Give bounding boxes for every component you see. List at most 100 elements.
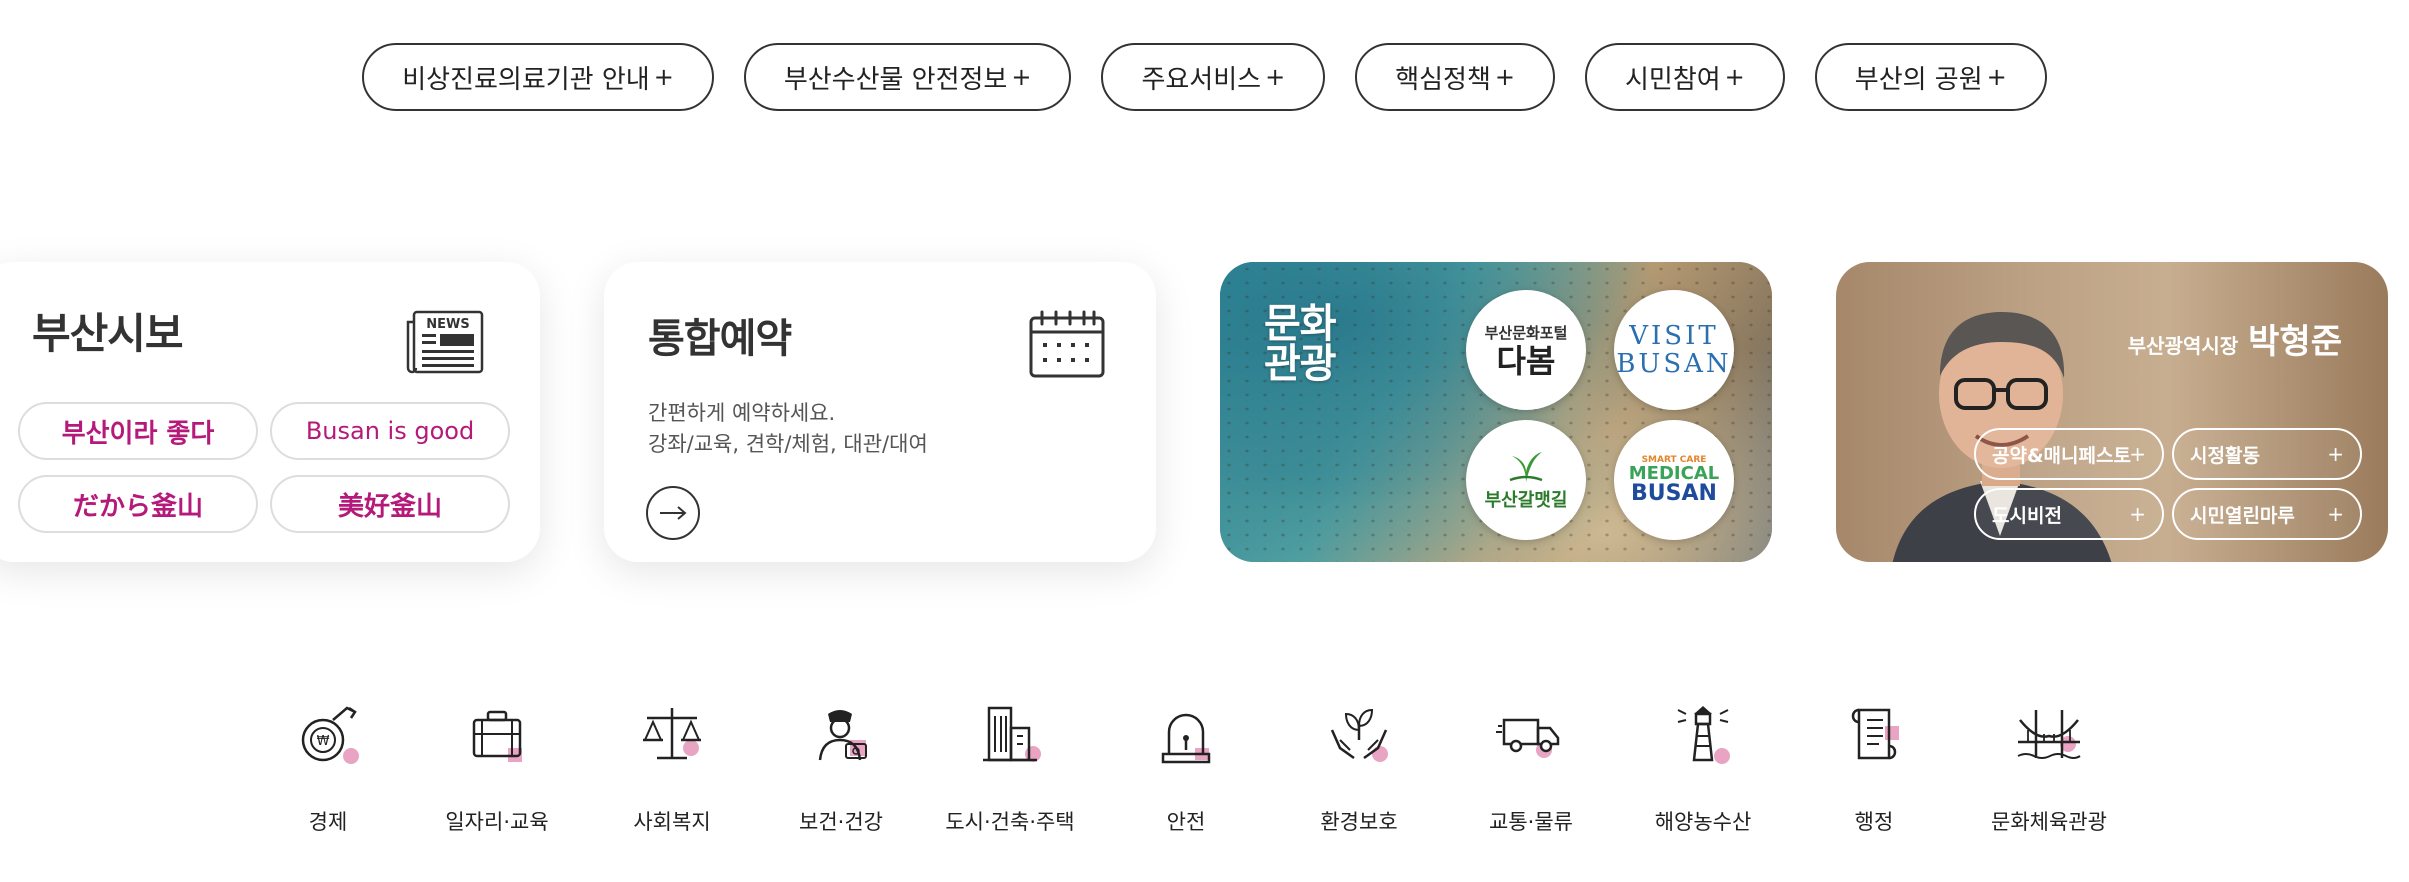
- category-label: 안전: [1166, 810, 1206, 834]
- plus-icon: +: [2129, 442, 2146, 466]
- description-line: 강좌/교육, 견학/체험, 대관/대여: [648, 432, 928, 456]
- card-title[interactable]: 부산시보: [32, 300, 184, 361]
- mayor-button-pledge-manifesto[interactable]: 공약&매니페스토 +: [1974, 428, 2164, 480]
- category-label: 도시·건축·주택: [945, 810, 1075, 834]
- document-icon: [1851, 708, 1899, 760]
- category-label: 일자리·교육: [445, 810, 549, 834]
- pill-label: 시민참여: [1624, 64, 1721, 95]
- pill-label: 비상진료의료기관 안내: [402, 64, 650, 95]
- link-dabom-culture-portal[interactable]: 부산문화포털 다봄: [1466, 290, 1586, 410]
- card-mayor: 부산광역시장 박형준 공약&매니페스토 + 시정활동 + 도시비전 + 시민열린마루 +: [1836, 262, 2388, 562]
- scales-icon: [643, 708, 701, 760]
- plus-icon: +: [2327, 502, 2344, 526]
- category-label: 행정: [1854, 810, 1894, 834]
- card-city-gazette: 부산시보 NEWS 부산이라 좋다 Busan is good だから釜山 美好…: [0, 262, 540, 562]
- category-label: 경제: [308, 810, 348, 834]
- link-title: BUSAN: [1631, 481, 1717, 506]
- category-label: 문화체육관광: [1991, 810, 2107, 834]
- card-title: 통합예약: [648, 316, 792, 362]
- button-label: 도시비전: [1992, 504, 2062, 527]
- briefcase-icon: [472, 710, 522, 762]
- link-caption: 부산문화포털: [1484, 323, 1568, 342]
- link-title: 부산갈맷길: [1484, 490, 1568, 511]
- mayor-name: 박형준: [2248, 322, 2342, 362]
- mayor-button-city-vision[interactable]: 도시비전 +: [1974, 488, 2164, 540]
- link-title: BUSAN: [1616, 349, 1732, 379]
- category-urban-housing[interactable]: 도시·건축·주택: [925, 700, 1095, 836]
- quick-menu: 비상진료의료기관 안내 + 부산수산물 안전정보 + 주요서비스 + 핵심정책 + 시민…: [0, 43, 2409, 111]
- mayor-role: 부산광역시장: [2127, 334, 2239, 358]
- mayor-button-activities[interactable]: 시정활동 +: [2172, 428, 2362, 480]
- bridge-icon: [2017, 710, 2081, 759]
- button-label: 시민열린마루: [2190, 504, 2295, 527]
- plus-icon: +: [1724, 63, 1745, 91]
- truck-icon: [1496, 718, 1560, 758]
- pill-label: 부산수산물 안전정보: [783, 64, 1008, 95]
- pill-label: 핵심정책: [1395, 64, 1491, 95]
- plant-hands-icon: [1330, 708, 1388, 762]
- doctor-icon: [818, 710, 867, 761]
- category-health[interactable]: 보건·건강: [756, 700, 926, 836]
- card-title: 문화 관광: [1264, 301, 1337, 384]
- description-line: 간편하게 예약하세요.: [648, 401, 836, 425]
- category-label: 교통·물류: [1489, 810, 1573, 834]
- link-visit-busan[interactable]: VISIT BUSAN: [1614, 290, 1734, 410]
- pill-label: 주요서비스: [1141, 64, 1262, 95]
- plus-icon: +: [2129, 502, 2146, 526]
- category-label: 환경보호: [1320, 810, 1398, 834]
- quick-menu-parks[interactable]: 부산의 공원 +: [1814, 43, 2047, 111]
- mayor-button-open-forum[interactable]: 시민열린마루 +: [2172, 488, 2362, 540]
- category-menu: ₩ 경제 일자리·교육 사회복지 보건·건강 도시·건축·주택 안전 환경보호 …: [0, 700, 2409, 860]
- economy-icon: ₩: [301, 706, 359, 764]
- category-transport-logistics[interactable]: 교통·물류: [1446, 700, 1616, 836]
- slogan-chinese[interactable]: 美好釜山: [270, 475, 510, 533]
- calendar-icon: [1029, 310, 1105, 378]
- news-icon-text: NEWS: [426, 317, 469, 332]
- category-culture-sports-tourism[interactable]: 문화체육관광: [1964, 700, 2134, 836]
- category-safety[interactable]: 안전: [1101, 700, 1271, 836]
- quick-menu-emergency-medical[interactable]: 비상진료의료기관 안내 +: [362, 43, 714, 111]
- link-medical-busan[interactable]: SMART CARE MEDICAL BUSAN: [1614, 420, 1734, 540]
- quick-menu-seafood-safety[interactable]: 부산수산물 안전정보 +: [743, 43, 1072, 111]
- slogan-english[interactable]: Busan is good: [270, 402, 510, 460]
- mayor-name-line: 부산광역시장 박형준: [2128, 314, 2342, 363]
- plus-icon: +: [1265, 63, 1286, 91]
- siren-icon: [1161, 713, 1211, 764]
- plus-icon: +: [2327, 442, 2344, 466]
- category-economy[interactable]: ₩ 경제: [243, 700, 413, 836]
- plus-icon: +: [1986, 63, 2007, 91]
- galmaetgil-logo-icon: [1509, 452, 1543, 482]
- button-label: 공약&매니페스토: [1992, 444, 2131, 467]
- quick-menu-main-services[interactable]: 주요서비스 +: [1101, 43, 1326, 111]
- category-administration[interactable]: 행정: [1789, 700, 1959, 836]
- category-label: 사회복지: [633, 810, 711, 834]
- quick-menu-citizen-participation[interactable]: 시민참여 +: [1584, 43, 1785, 111]
- slogan-japanese[interactable]: だから釜山: [18, 475, 258, 533]
- title-line: 문화: [1264, 301, 1337, 347]
- plus-icon: +: [1494, 63, 1515, 91]
- slogan-korean[interactable]: 부산이라 좋다: [18, 402, 258, 460]
- category-jobs-education[interactable]: 일자리·교육: [412, 700, 582, 836]
- link-galmaetgil[interactable]: 부산갈맷길: [1466, 420, 1586, 540]
- category-ocean-agriculture-fisheries[interactable]: 해양농수산: [1618, 700, 1788, 836]
- category-label: 보건·건강: [799, 810, 883, 834]
- card-description: 간편하게 예약하세요. 강좌/교육, 견학/체험, 대관/대여: [648, 398, 928, 460]
- card-culture-tourism: 문화 관광 부산문화포털 다봄 VISIT BUSAN 부산갈맷길 SMART …: [1220, 262, 1772, 562]
- plus-icon: +: [653, 63, 674, 91]
- link-title: VISIT: [1629, 321, 1719, 351]
- page: 비상진료의료기관 안내 + 부산수산물 안전정보 + 주요서비스 + 핵심정책 + 시민…: [0, 0, 2409, 882]
- pill-label: 부산의 공원: [1854, 64, 1983, 95]
- quick-menu-key-policy[interactable]: 핵심정책 +: [1355, 43, 1555, 111]
- lighthouse-icon: [1677, 706, 1730, 764]
- go-reservation-button[interactable]: [646, 486, 700, 540]
- category-environment[interactable]: 환경보호: [1274, 700, 1444, 836]
- link-title: 다봄: [1496, 341, 1556, 380]
- svg-text:₩: ₩: [317, 734, 330, 749]
- arrow-right-icon: [660, 506, 687, 520]
- button-label: 시정활동: [2190, 444, 2260, 467]
- category-label: 해양농수산: [1654, 810, 1752, 834]
- plus-icon: +: [1011, 63, 1032, 91]
- category-social-welfare[interactable]: 사회복지: [587, 700, 757, 836]
- building-icon: [983, 706, 1041, 762]
- card-integrated-reservation[interactable]: 통합예약 간편하게 예약하세요. 강좌/교육, 견학/체험, 대관/대여: [604, 262, 1156, 562]
